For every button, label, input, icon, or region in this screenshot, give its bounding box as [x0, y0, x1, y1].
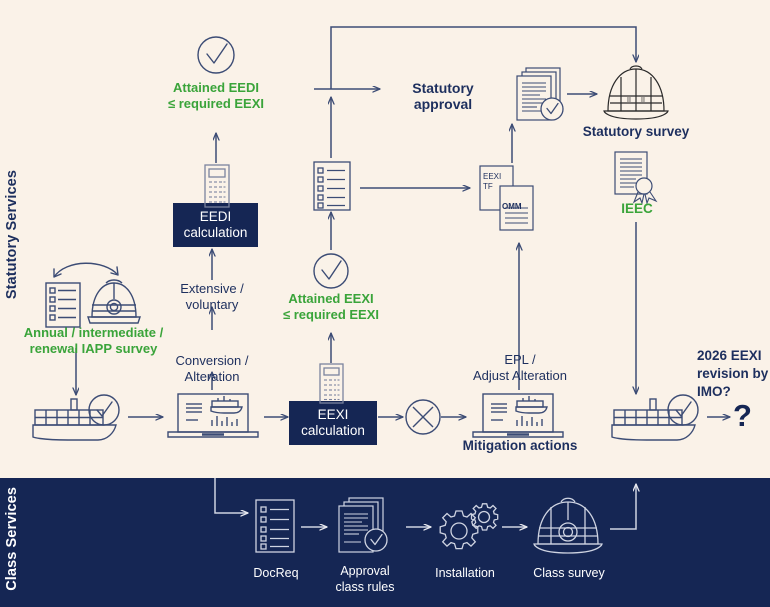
attained-eedi-label: Attained EEDI ≤ required EEXI — [168, 80, 264, 111]
diagram-root: Statutory Services Class Services Annual… — [0, 0, 770, 607]
hard-hat-svg-statutory: II II — [603, 65, 669, 120]
annual-survey-label: Annual / intermediate / renewal IAPP sur… — [23, 325, 164, 356]
class-survey-label: Class survey — [533, 566, 605, 580]
doc-omm-label: OMM — [502, 202, 522, 211]
eexi-calculation-box[interactable]: EEXI calculation — [289, 401, 377, 445]
ieec-label: IEEC — [621, 201, 653, 216]
documents-check-svg-class — [338, 497, 388, 553]
calculator-svg-eedi — [204, 164, 230, 208]
conversion-alteration-label: Conversion / Alteration — [175, 353, 249, 384]
helmet-svg-class — [533, 497, 603, 554]
mitigation-actions-label: Mitigation actions — [462, 438, 578, 453]
epl-adjust-alteration-label: EPL / Adjust Alteration — [473, 352, 567, 383]
doc-eexi-tf-label: EEXI TF — [483, 172, 502, 191]
cross-circle-svg — [405, 399, 441, 435]
statutory-approval-label: Statutory approval — [412, 80, 474, 112]
laptop-svg-2 — [472, 393, 564, 438]
approval-class-rules-label: Approval class rules — [335, 564, 395, 594]
checklist-svg-mid — [313, 161, 351, 211]
installation-label: Installation — [435, 566, 495, 580]
calculator-svg-eexi — [319, 363, 344, 404]
svg-text:II: II — [627, 97, 631, 104]
check-circle-svg-eedi — [197, 36, 235, 74]
svg-text:II: II — [641, 97, 645, 104]
checklist-svg-docreq — [255, 499, 295, 553]
attained-eexi-label: Attained EEXI ≤ required EEXI — [283, 291, 379, 322]
certificate-svg — [614, 151, 658, 205]
gears-svg — [439, 503, 499, 550]
statutory-survey-label: Statutory survey — [582, 124, 690, 139]
ship-check-svg-final — [611, 394, 699, 441]
docreq-label: DocReq — [253, 566, 299, 580]
ship-check-svg — [32, 394, 120, 441]
eedi-calculation-box[interactable]: EEDI calculation — [173, 203, 258, 247]
extensive-voluntary-label: Extensive / voluntary — [180, 281, 244, 312]
laptop-svg-1 — [167, 393, 259, 438]
eexi-revision-label: 2026 EEXI revision by IMO? — [697, 348, 769, 399]
documents-check-svg — [516, 67, 564, 121]
check-circle-svg-eexi — [313, 253, 349, 289]
question-mark: ? — [733, 398, 752, 433]
